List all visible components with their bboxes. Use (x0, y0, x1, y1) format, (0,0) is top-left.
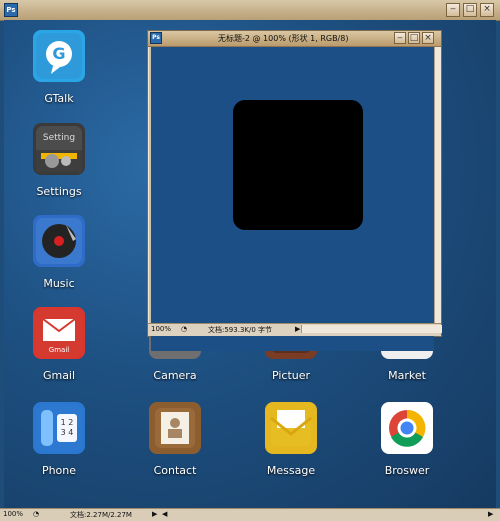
contact-icon (149, 402, 201, 454)
document-size: 文档:2.27M/2.27M (70, 511, 132, 519)
document-titlebar[interactable]: Ps 无标题-2 @ 100% (形状 1, RGB/8) ‒ □ × (148, 31, 441, 47)
arrow-left-icon[interactable]: ◀ (162, 510, 167, 518)
app-label: Broswer (384, 464, 430, 477)
app-message[interactable]: Message (246, 402, 336, 477)
document-info-icon: ◔ (181, 325, 188, 333)
horizontal-scrollbar[interactable] (301, 325, 442, 333)
app-label: Pictuer (271, 369, 311, 382)
app-label: Market (388, 369, 426, 382)
settings-icon: Setting (33, 123, 85, 175)
app-contact[interactable]: Contact (130, 402, 220, 477)
app-browser[interactable]: Broswer (362, 402, 452, 477)
app-gmail[interactable]: Gmail Gmail (14, 307, 104, 382)
app-label: Settings (36, 185, 82, 198)
browser-icon (381, 402, 433, 454)
app-label: Music (43, 277, 75, 290)
music-icon (33, 215, 85, 267)
app-label: Phone (41, 464, 77, 477)
svg-text:Gmail: Gmail (49, 346, 69, 354)
play-icon[interactable]: ▶ (152, 510, 157, 518)
document-close-button[interactable]: × (422, 32, 434, 44)
app-label: Camera (153, 369, 197, 382)
document-maximize-button[interactable]: □ (408, 32, 420, 44)
zoom-level: 100% (3, 510, 24, 518)
photoshop-icon: Ps (150, 32, 162, 44)
vertical-scrollbar[interactable] (434, 47, 441, 323)
app-phone[interactable]: 1 2 3 4 Phone (14, 402, 104, 477)
document-canvas[interactable] (151, 47, 434, 351)
document-title: 无标题-2 @ 100% (形状 1, RGB/8) (218, 34, 349, 43)
play-icon[interactable]: ▶ (295, 325, 300, 333)
shape-black-square[interactable] (233, 100, 363, 230)
message-icon (265, 402, 317, 454)
document-minimize-button[interactable]: ‒ (394, 32, 406, 44)
svg-text:1 2: 1 2 (61, 418, 74, 427)
close-button[interactable]: × (480, 3, 494, 17)
app-settings[interactable]: Setting Settings (14, 123, 104, 198)
app-label: Gmail (42, 369, 76, 382)
gmail-icon: Gmail (33, 307, 85, 359)
svg-text:G: G (52, 44, 65, 63)
photoshop-icon: Ps (4, 3, 18, 17)
outer-titlebar: Ps ‒ □ × (0, 0, 500, 21)
document-size-text: 文档:593.3K/0 字节 (208, 326, 273, 334)
maximize-button[interactable]: □ (463, 3, 477, 17)
gtalk-icon: G (33, 30, 85, 82)
app-music[interactable]: Music (14, 215, 104, 290)
app-gtalk[interactable]: G GTalk (14, 30, 104, 105)
app-label: Contact (153, 464, 197, 477)
outer-window: Ps ‒ □ × G GTalk Setting Settings Music … (0, 0, 500, 521)
phone-icon: 1 2 3 4 (33, 402, 85, 454)
info-icon: ◔ (33, 510, 40, 518)
document-window: Ps 无标题-2 @ 100% (形状 1, RGB/8) ‒ □ × 100%… (147, 30, 442, 351)
outer-statusbar: 100% ◔ 文档:2.27M/2.27M ▶ ◀ ▶ (0, 508, 500, 521)
document-zoom-level: 100% (151, 325, 172, 333)
arrow-right-icon[interactable]: ▶ (488, 510, 493, 518)
svg-text:3 4: 3 4 (61, 428, 74, 437)
minimize-button[interactable]: ‒ (446, 3, 460, 17)
app-label: Message (266, 464, 316, 477)
app-label: GTalk (44, 92, 74, 105)
svg-text:Setting: Setting (43, 133, 75, 143)
